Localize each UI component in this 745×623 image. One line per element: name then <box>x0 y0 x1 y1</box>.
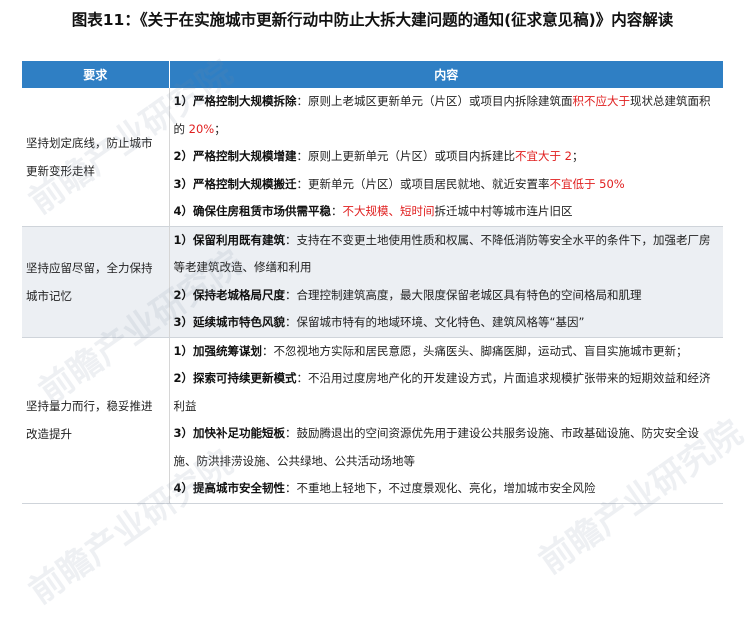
content-item: 3）加快补足功能短板：鼓励腾退出的空间资源优先用于建设公共服务设施、市政基础设施… <box>173 426 700 468</box>
content-cell: 1）严格控制大规模拆除：原则上老城区更新单元（片区）或项目内拆除建筑面积不应大于… <box>169 88 723 227</box>
table-header-row: 要求 内容 <box>22 61 723 88</box>
content-item: 2）保持老城格局尺度：合理控制建筑高度，最大限度保留老城区具有特色的空间格局和肌… <box>173 287 642 302</box>
table-row: 坚持量力而行，稳妥推进改造提升 1）加强统筹谋划：不忽视地方实际和居民意愿，头痛… <box>22 337 723 504</box>
header-content: 内容 <box>169 61 723 88</box>
content-item: 1）加强统筹谋划：不忽视地方实际和居民意愿，头痛医头、脚痛医脚，运动式、盲目实施… <box>173 343 688 358</box>
content-item: 4）提高城市安全韧性：不重地上轻地下，不过度景观化、亮化，增加城市安全风险 <box>173 481 596 495</box>
figure-title: 图表11：《关于在实施城市更新行动中防止大拆大建问题的通知(征求意见稿)》内容解… <box>71 11 674 29</box>
content-item: 1）保留利用既有建筑：支持在不变更土地使用性质和权属、不降低消防等安全水平的条件… <box>173 232 711 275</box>
content-table: 要求 内容 坚持划定底线，防止城市更新变形走样 1）严格控制大规模拆除：原则上老… <box>22 61 723 504</box>
content-item: 3）延续城市特色风貌：保留城市特有的地域环境、文化特色、建筑风格等“基因” <box>173 315 585 329</box>
content-item: 3）严格控制大规模搬迁：更新单元（片区）或项目居民就地、就近安置率不宜低于 50… <box>173 176 625 191</box>
requirement-cell: 坚持量力而行，稳妥推进改造提升 <box>22 337 170 504</box>
header-requirement: 要求 <box>22 61 170 88</box>
content-item: 4）确保住房租赁市场供需平稳：不大规模、短时间拆迁城中村等城市连片旧区 <box>173 204 573 218</box>
requirement-cell: 坚持划定底线，防止城市更新变形走样 <box>22 88 170 227</box>
content-cell: 1）加强统筹谋划：不忽视地方实际和居民意愿，头痛医头、脚痛医脚，运动式、盲目实施… <box>169 337 723 504</box>
content-item: 2）严格控制大规模增建：原则上更新单元（片区）或项目内拆建比不宜大于 2； <box>173 149 584 163</box>
content-item: 1）严格控制大规模拆除：原则上老城区更新单元（片区）或项目内拆除建筑面积不应大于… <box>173 94 711 136</box>
table-row: 坚持应留尽留，全力保持城市记忆 1）保留利用既有建筑：支持在不变更土地使用性质和… <box>22 226 723 338</box>
content-item: 2）探索可持续更新模式：不沿用过度房地产化的开发建设方式，片面追求规模扩张带来的… <box>173 371 711 413</box>
requirement-cell: 坚持应留尽留，全力保持城市记忆 <box>22 226 170 338</box>
table-row: 坚持划定底线，防止城市更新变形走样 1）严格控制大规模拆除：原则上老城区更新单元… <box>22 88 723 227</box>
content-cell: 1）保留利用既有建筑：支持在不变更土地使用性质和权属、不降低消防等安全水平的条件… <box>169 226 723 338</box>
